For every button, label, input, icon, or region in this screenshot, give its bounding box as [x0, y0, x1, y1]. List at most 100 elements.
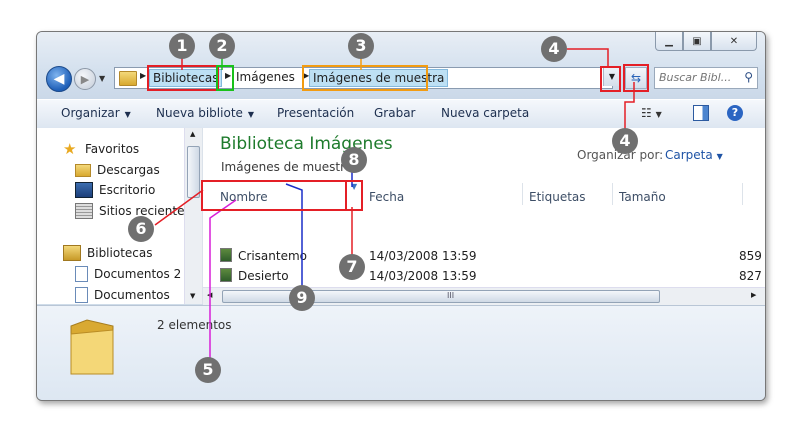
- arrange-by-dropdown[interactable]: Carpeta ▼: [665, 148, 723, 162]
- scroll-right-icon[interactable]: ▶: [751, 291, 756, 299]
- title-bar: ▁ ▣ ✕ ◀ ▶ ▼ ▶ Bibliotecas ▶ Imágenes ▶ I…: [37, 32, 765, 100]
- arrange-by-value: Carpeta: [665, 148, 713, 162]
- column-header-nombre[interactable]: Nombre: [220, 187, 268, 207]
- library-title: Biblioteca Imágenes: [220, 134, 393, 154]
- callout-badge-9: 9: [289, 285, 315, 311]
- folder-large-icon: [70, 319, 114, 375]
- new-folder-button[interactable]: Nueva carpeta: [441, 106, 529, 120]
- refresh-button[interactable]: ⇆: [625, 67, 647, 89]
- file-date: 14/03/2008 13:59: [369, 269, 477, 283]
- callout-badge-2: 2: [209, 33, 235, 59]
- sort-indicator-icon[interactable]: ▼: [351, 182, 357, 191]
- breadcrumb-imagenes-de-muestra[interactable]: Imágenes de muestra: [309, 69, 449, 87]
- callout-badge-1: 1: [169, 33, 195, 59]
- document-icon: [75, 266, 88, 282]
- file-date: 14/03/2008 13:59: [369, 249, 477, 263]
- star-icon: ★: [63, 140, 77, 158]
- column-header-tamano[interactable]: Tamaño: [619, 187, 666, 207]
- table-row[interactable]: Crisantemo: [220, 246, 307, 266]
- sidebar-label: Bibliotecas: [87, 246, 153, 260]
- details-pane: 2 elementos: [37, 305, 765, 400]
- grip-icon: III: [447, 291, 455, 300]
- presentation-button[interactable]: Presentación: [277, 106, 354, 120]
- horizontal-scrollbar[interactable]: ◀ III ▶: [203, 287, 765, 305]
- forward-arrow-icon: ▶: [80, 72, 90, 86]
- breadcrumb-separator-icon[interactable]: ▶: [140, 71, 146, 80]
- search-icon: ⚲: [744, 70, 753, 84]
- file-list-pane: Biblioteca Imágenes Imágenes de muestra …: [203, 128, 765, 304]
- preview-pane-icon[interactable]: [693, 105, 709, 121]
- document-icon: [75, 287, 88, 303]
- minimize-button[interactable]: ▁: [655, 32, 683, 51]
- item-count: 2 elementos: [157, 318, 232, 332]
- back-button[interactable]: ◀: [46, 66, 72, 92]
- breadcrumb-separator-icon[interactable]: ▶: [225, 71, 231, 80]
- scroll-up-icon[interactable]: ▲: [190, 130, 195, 138]
- folder-icon: [119, 71, 137, 86]
- new-library-button[interactable]: Nueva bibliote ▼: [156, 106, 254, 120]
- address-bar[interactable]: ▶ Bibliotecas ▶ Imágenes ▶ Imágenes de m…: [114, 67, 613, 89]
- sidebar-label: Favoritos: [85, 142, 140, 156]
- callout-badge-4: 4: [541, 36, 567, 62]
- file-name: Crisantemo: [238, 249, 307, 263]
- table-row[interactable]: Desierto: [220, 266, 289, 286]
- back-arrow-icon: ◀: [53, 71, 65, 87]
- scrollbar-thumb[interactable]: [187, 146, 200, 198]
- breadcrumb-imagenes[interactable]: Imágenes: [233, 69, 298, 85]
- recent-places-icon: [75, 203, 93, 219]
- callout-badge-3: 3: [348, 33, 374, 59]
- callout-badge-8: 8: [341, 147, 367, 173]
- chevron-down-icon: ▼: [716, 152, 723, 161]
- change-view-icon[interactable]: ☷ ▼: [641, 106, 662, 120]
- sidebar-item-documentos-2[interactable]: Documentos 2: [75, 265, 181, 283]
- organize-button[interactable]: Organizar ▼: [61, 106, 131, 120]
- callout-badge-5: 5: [195, 357, 221, 383]
- callout-badge-6: 6: [128, 216, 154, 242]
- caption-buttons: ▁ ▣ ✕: [655, 32, 757, 51]
- address-history-dropdown[interactable]: ▼: [603, 68, 620, 86]
- file-name: Desierto: [238, 269, 289, 283]
- sidebar-item-documentos[interactable]: Documentos: [75, 286, 170, 304]
- command-bar: Organizar ▼ Nueva bibliote ▼ Presentación …: [37, 99, 765, 129]
- image-file-icon: [220, 248, 232, 262]
- search-box[interactable]: ⚲: [654, 67, 758, 89]
- chevron-down-icon: ▼: [124, 110, 131, 119]
- column-divider[interactable]: [742, 183, 743, 205]
- scroll-left-icon[interactable]: ◀: [207, 291, 212, 299]
- column-header-fecha[interactable]: Fecha: [369, 187, 404, 207]
- organize-label: Organizar: [61, 106, 120, 120]
- recent-pages-dropdown[interactable]: ▼: [99, 74, 105, 83]
- desktop-icon: [75, 182, 93, 198]
- navigation-scrollbar[interactable]: ▲ ▼: [184, 128, 202, 304]
- file-size: 827: [739, 269, 762, 283]
- column-divider[interactable]: [522, 183, 523, 205]
- sidebar-label: Escritorio: [99, 183, 156, 197]
- forward-button[interactable]: ▶: [74, 68, 96, 90]
- library-subtitle: Imágenes de muestra: [221, 160, 353, 174]
- sidebar-item-favoritos[interactable]: ★ Favoritos: [63, 140, 139, 158]
- image-file-icon: [220, 268, 232, 282]
- libraries-icon: [63, 245, 81, 261]
- burn-button[interactable]: Grabar: [374, 106, 416, 120]
- callout-badge-4b: 4: [612, 128, 638, 154]
- column-divider[interactable]: [612, 183, 613, 205]
- breadcrumb-bibliotecas[interactable]: Bibliotecas: [149, 69, 223, 87]
- sidebar-item-bibliotecas[interactable]: Bibliotecas: [63, 244, 152, 262]
- sidebar-item-escritorio[interactable]: Escritorio: [75, 181, 155, 199]
- maximize-button[interactable]: ▣: [683, 32, 711, 51]
- sidebar-label: Documentos 2: [94, 267, 182, 281]
- column-divider[interactable]: [362, 183, 363, 205]
- new-library-label: Nueva bibliote: [156, 106, 243, 120]
- close-button[interactable]: ✕: [711, 32, 757, 51]
- file-size: 859: [739, 249, 762, 263]
- callout-badge-7: 7: [339, 254, 365, 280]
- sidebar-item-descargas[interactable]: Descargas: [75, 161, 160, 179]
- search-input[interactable]: [655, 68, 741, 86]
- sidebar-label: Descargas: [97, 163, 160, 177]
- column-header-etiquetas[interactable]: Etiquetas: [529, 187, 586, 207]
- help-icon[interactable]: ?: [727, 105, 743, 121]
- scroll-down-icon[interactable]: ▼: [190, 292, 195, 300]
- navigation-pane: ★ Favoritos Descargas Escritorio Sitios r…: [37, 128, 203, 304]
- scrollbar-thumb[interactable]: III: [222, 290, 660, 303]
- sidebar-label: Documentos: [94, 288, 170, 302]
